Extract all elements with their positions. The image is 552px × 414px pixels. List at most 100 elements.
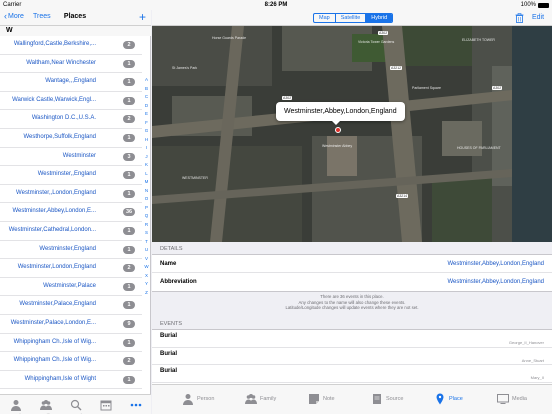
- tab-families[interactable]: Families: [34, 399, 58, 414]
- index-letter[interactable]: Z: [143, 289, 150, 298]
- place-row[interactable]: Westminster,Palace,England 1: [0, 296, 142, 315]
- index-letter[interactable]: T: [143, 238, 150, 247]
- road-badge: A302: [492, 86, 503, 90]
- tab-events[interactable]: Events: [94, 399, 118, 414]
- place-row[interactable]: Wantage,,,England 1: [0, 73, 142, 92]
- map-label: HOUSES OF PARLIAMENT: [457, 146, 501, 150]
- place-row[interactable]: Warwick Castle,Warwick,Engl... 1: [0, 92, 142, 111]
- index-letter[interactable]: I: [143, 144, 150, 153]
- place-row[interactable]: Whippingham Ch.,Isle of Wig... 2: [0, 352, 142, 371]
- map-view[interactable]: Victoria Tower Gardens Westminster Abbey…: [152, 26, 552, 242]
- place-name: Westminster,London,England: [17, 264, 96, 271]
- index-letter[interactable]: W: [143, 263, 150, 272]
- search-icon: [70, 399, 82, 411]
- place-row[interactable]: Whippingham,Isle of Wight 1: [0, 371, 142, 390]
- page-title: Places: [63, 13, 87, 20]
- index-letter[interactable]: K: [143, 161, 150, 170]
- back-button[interactable]: ‹ More: [4, 12, 24, 21]
- places-navbar: ‹ More Trees Places +: [0, 10, 151, 26]
- place-name: Warwick Castle,Warwick,Engl...: [12, 96, 96, 103]
- place-row[interactable]: Westminster,,England 1: [0, 166, 142, 185]
- place-row[interactable]: Whippingham Ch.,Isle of Wig... 1: [0, 334, 142, 353]
- segment-hybrid[interactable]: Hybrid: [366, 14, 393, 22]
- trees-button[interactable]: Trees: [33, 13, 51, 20]
- place-row[interactable]: Washington D.C.,U.S.A. 2: [0, 110, 142, 129]
- tab-more[interactable]: More: [124, 399, 148, 414]
- record-tab-source[interactable]: Source: [371, 393, 403, 405]
- event-count-badge: 2: [123, 264, 135, 273]
- event-count-badge: 2: [123, 41, 135, 49]
- index-letter[interactable]: Y: [143, 280, 150, 289]
- segment-satellite[interactable]: Satellite: [336, 14, 367, 22]
- add-place-button[interactable]: +: [139, 10, 146, 24]
- place-row[interactable]: Westminster,Palace,London,E... 9: [0, 315, 142, 334]
- place-row[interactable]: Westminster,London,England 2: [0, 259, 142, 278]
- place-row[interactable]: Westminster,,London,England 1: [0, 185, 142, 204]
- index-letter[interactable]: X: [143, 272, 150, 281]
- index-letter[interactable]: U: [143, 246, 150, 255]
- map-callout[interactable]: Westminster,Abbey,London,England: [276, 102, 405, 125]
- index-letter[interactable]: J: [143, 153, 150, 162]
- tab-label: Note: [323, 396, 335, 402]
- event-count-badge: 1: [123, 133, 135, 142]
- record-tab-media[interactable]: Media: [497, 393, 527, 405]
- event-type: Burial: [160, 350, 178, 357]
- event-count-badge: 9: [123, 319, 135, 328]
- place-row[interactable]: Wallingford,Castle,Berkshire,... 2: [0, 36, 142, 55]
- index-letter[interactable]: M: [143, 178, 150, 187]
- event-count-badge: 1: [123, 59, 135, 68]
- trash-icon[interactable]: [515, 13, 524, 23]
- index-letter[interactable]: D: [143, 102, 150, 111]
- record-tab-note[interactable]: Note: [308, 393, 335, 405]
- edit-button[interactable]: Edit: [532, 14, 544, 21]
- index-letter[interactable]: F: [143, 119, 150, 128]
- index-letter[interactable]: E: [143, 110, 150, 119]
- place-name: Westminster,,London,England: [16, 189, 96, 196]
- tab-search[interactable]: Search: [64, 399, 88, 414]
- index-letter[interactable]: R: [143, 221, 150, 230]
- event-count-badge: 1: [123, 338, 135, 347]
- record-tab-family[interactable]: Family: [245, 393, 276, 405]
- index-letter[interactable]: P: [143, 204, 150, 213]
- event-row[interactable]: Burial Anne_Stuart: [152, 348, 552, 365]
- index-letter[interactable]: L: [143, 170, 150, 179]
- event-row[interactable]: Burial George_II_Hanover: [152, 330, 552, 348]
- map-label: Westminster Abbey: [322, 144, 353, 148]
- events-info-note: There are 36 events in this place. Any c…: [152, 294, 552, 311]
- place-row[interactable]: Westminster,Abbey,London,E... 36: [0, 203, 142, 222]
- index-letter[interactable]: C: [143, 93, 150, 102]
- place-row[interactable]: Westminster 3: [0, 148, 142, 167]
- detail-row-abbreviation[interactable]: Abbreviation Westminster,Abbey,London,En…: [152, 273, 552, 291]
- index-letter[interactable]: O: [143, 195, 150, 204]
- place-row[interactable]: Waltham,Near Winchester 1: [0, 55, 142, 74]
- index-letter[interactable]: B: [143, 85, 150, 94]
- index-letter[interactable]: S: [143, 229, 150, 238]
- place-row[interactable]: Westminster,England 1: [0, 241, 142, 260]
- tab-people[interactable]: People: [4, 399, 28, 414]
- record-tab-place[interactable]: Place: [434, 393, 463, 405]
- place-row[interactable]: Westhorpe,Suffolk,England 1: [0, 129, 142, 148]
- map-pin-icon[interactable]: [335, 127, 341, 133]
- index-letter[interactable]: H: [143, 136, 150, 145]
- place-name: Whippingham Ch.,Isle of Wig...: [13, 357, 96, 364]
- event-row[interactable]: Burial Mary_II: [152, 365, 552, 383]
- place-row[interactable]: Westminster,Palace 1: [0, 278, 142, 297]
- detail-row-name[interactable]: Name Westminster,Abbey,London,England: [152, 255, 552, 273]
- record-tab-person[interactable]: Person: [182, 393, 214, 405]
- record-tab-bar: Person Family Note Source Place Media: [152, 384, 552, 414]
- road-badge: A302: [378, 31, 389, 35]
- place-name: Whippingham Ch.,Isle of Wig...: [13, 338, 96, 345]
- battery-percent: 100%: [520, 2, 536, 8]
- segment-map[interactable]: Map: [314, 14, 336, 22]
- index-letter[interactable]: V: [143, 255, 150, 264]
- section-index[interactable]: ABCDEFGHIJKLMNOPQRSTUVWXYZ: [143, 76, 150, 297]
- index-letter[interactable]: N: [143, 187, 150, 196]
- map-type-segmented-control[interactable]: Map Satellite Hybrid: [313, 13, 394, 23]
- index-letter[interactable]: G: [143, 127, 150, 136]
- event-count-badge: 2: [123, 357, 135, 366]
- event-count-badge: 1: [123, 171, 135, 180]
- road-badge: A3212: [390, 66, 403, 70]
- place-row[interactable]: Westminster,Cathedral,London... 1: [0, 222, 142, 241]
- index-letter[interactable]: A: [143, 76, 150, 85]
- index-letter[interactable]: Q: [143, 212, 150, 221]
